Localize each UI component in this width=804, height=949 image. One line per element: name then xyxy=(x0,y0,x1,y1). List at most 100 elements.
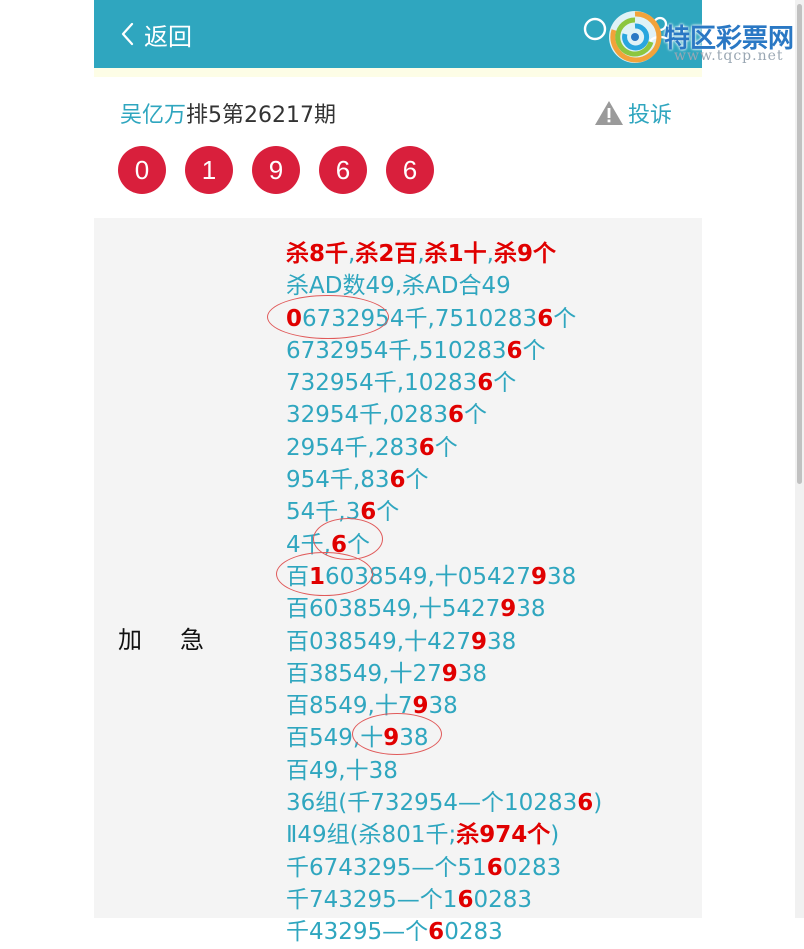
prediction-line: 千743295—个160283 xyxy=(286,884,602,916)
draw-ball: 6 xyxy=(386,146,434,194)
highlighted-digit: 杀9个 xyxy=(493,241,556,267)
line-text: 0283 xyxy=(444,919,503,946)
prediction-line: 2954千,2836个 xyxy=(286,432,602,464)
draw-ball: 6 xyxy=(319,146,367,194)
prediction-line: 百49,十38 xyxy=(286,755,602,787)
prediction-line: 百38549,十27938 xyxy=(286,658,602,690)
line-text: 千6743295—个51 xyxy=(286,854,487,881)
draw-number-balls: 0 1 9 6 6 xyxy=(118,146,453,194)
draw-ball: 1 xyxy=(185,146,233,194)
prediction-line: 06732954千,75102836个 xyxy=(286,303,602,335)
back-label: 返回 xyxy=(144,22,192,51)
highlighted-digit: 6 xyxy=(477,370,494,397)
prediction-line: 杀8千,杀2百,杀1十,杀9个 xyxy=(286,238,602,270)
highlighted-digit: 6 xyxy=(330,531,347,558)
prediction-line: 千6743295—个5160283 xyxy=(286,852,602,884)
prediction-line: 百8549,十7938 xyxy=(286,690,602,722)
line-text: ) xyxy=(593,790,603,817)
line-text: 6038549,十05427 xyxy=(325,563,531,590)
article-title: 吴亿万 排5第26217期 xyxy=(120,96,336,130)
highlighted-digit: 6 xyxy=(457,886,474,913)
prediction-line: 6732954千,5102836个 xyxy=(286,335,602,367)
line-text: 个 xyxy=(522,337,546,364)
line-text: Ⅱ49组(杀801千; xyxy=(286,822,457,849)
line-text: 38 xyxy=(399,725,429,752)
line-text: 百6038549,十5427 xyxy=(286,596,501,623)
line-text: 38 xyxy=(457,660,488,687)
highlighted-digit: 6 xyxy=(577,790,594,817)
line-text: , xyxy=(417,241,425,267)
scrollbar-thumb[interactable] xyxy=(797,4,802,484)
author-link[interactable]: 吴亿万 xyxy=(120,97,186,129)
issue-title: 排5第26217期 xyxy=(186,103,336,128)
line-text: 百38549,十27 xyxy=(286,660,442,687)
highlighted-digit: 0 xyxy=(286,305,303,332)
chevron-left-icon xyxy=(121,22,134,46)
highlighted-digit: 6 xyxy=(486,854,503,881)
highlighted-digit: 9 xyxy=(530,563,547,590)
prediction-lines: 杀8千,杀2百,杀1十,杀9个杀AD数49,杀AD合49 06732954千,75… xyxy=(286,238,602,949)
line-text: 杀AD数49,杀AD合49 xyxy=(286,273,511,300)
prediction-line: 百038549,十427938 xyxy=(286,626,602,658)
line-text: 个 xyxy=(553,305,577,332)
highlighted-digit: 杀974个 xyxy=(456,822,551,849)
line-text: , xyxy=(486,241,494,267)
prediction-line: 54千,36个 xyxy=(286,496,602,528)
prediction-line: 千43295—个60283 xyxy=(286,916,602,948)
prediction-line: 百16038549,十05427938 xyxy=(286,561,602,593)
prediction-line: 4千,6个 xyxy=(286,529,602,561)
highlighted-digit: 杀8千 xyxy=(286,241,349,267)
line-text: 千43295—个 xyxy=(286,919,429,946)
line-text: 个 xyxy=(464,402,488,429)
back-button[interactable]: 返回 xyxy=(118,14,192,54)
line-text: 百549,十 xyxy=(286,725,384,752)
complain-label: 投诉 xyxy=(628,103,673,128)
line-text: 2954千,283 xyxy=(286,434,419,461)
highlighted-digit: 6 xyxy=(448,402,465,429)
highlighted-digit: 6 xyxy=(428,919,445,946)
category-label: 加急 xyxy=(118,626,242,654)
complain-button[interactable]: 投诉 xyxy=(594,96,672,130)
highlighted-digit: 6 xyxy=(389,467,406,494)
highlighted-digit: 杀1十 xyxy=(424,241,487,267)
line-text: 732954千,10283 xyxy=(286,370,478,397)
line-text: 32954千,0283 xyxy=(286,402,449,429)
highlighted-digit: 9 xyxy=(412,693,429,720)
line-text: 4千, xyxy=(286,531,331,558)
line-text: 38 xyxy=(516,596,546,623)
highlighted-digit: 9 xyxy=(383,725,400,752)
line-text: 百49,十38 xyxy=(286,757,398,784)
header-divider xyxy=(94,68,702,77)
line-text: 54千,3 xyxy=(286,499,361,526)
line-text: 36组(千732954—个10283 xyxy=(286,790,578,817)
line-text: 千743295—个1 xyxy=(286,886,458,913)
logo-swirl-icon xyxy=(609,11,662,63)
line-text: 个 xyxy=(493,370,517,397)
line-text: 0283 xyxy=(473,886,532,913)
draw-ball: 0 xyxy=(118,146,166,194)
prediction-line: 954千,836个 xyxy=(286,464,602,496)
prediction-line: 732954千,102836个 xyxy=(286,367,602,399)
warning-icon xyxy=(595,101,623,125)
line-text: 6732954千,510283 xyxy=(286,337,507,364)
line-text: 个 xyxy=(405,467,429,494)
prediction-line: Ⅱ49组(杀801千;杀974个) xyxy=(286,819,602,851)
line-text: 0283 xyxy=(502,854,562,881)
prediction-line: 杀AD数49,杀AD合49 xyxy=(286,270,602,302)
highlighted-digit: 杀2百 xyxy=(355,241,418,267)
site-logo-watermark: 特区彩票网 www.tqcp.net xyxy=(606,8,800,68)
logo-url: www.tqcp.net xyxy=(674,48,784,64)
line-text: 个 xyxy=(346,531,370,558)
highlighted-digit: 1 xyxy=(309,563,326,590)
line-text: 38 xyxy=(546,563,577,590)
line-text: ) xyxy=(550,822,560,849)
line-text: 百038549,十427 xyxy=(286,628,472,655)
line-text: 个 xyxy=(434,434,458,461)
highlighted-digit: 9 xyxy=(471,628,488,655)
line-text: 6732954千,7510283 xyxy=(302,305,538,332)
prediction-line: 百549,十938 xyxy=(286,722,602,754)
prediction-line: 32954千,02836个 xyxy=(286,399,602,431)
line-text: 个 xyxy=(376,499,400,526)
prediction-line: 百6038549,十5427938 xyxy=(286,593,602,625)
line-text: 954千,83 xyxy=(286,467,390,494)
